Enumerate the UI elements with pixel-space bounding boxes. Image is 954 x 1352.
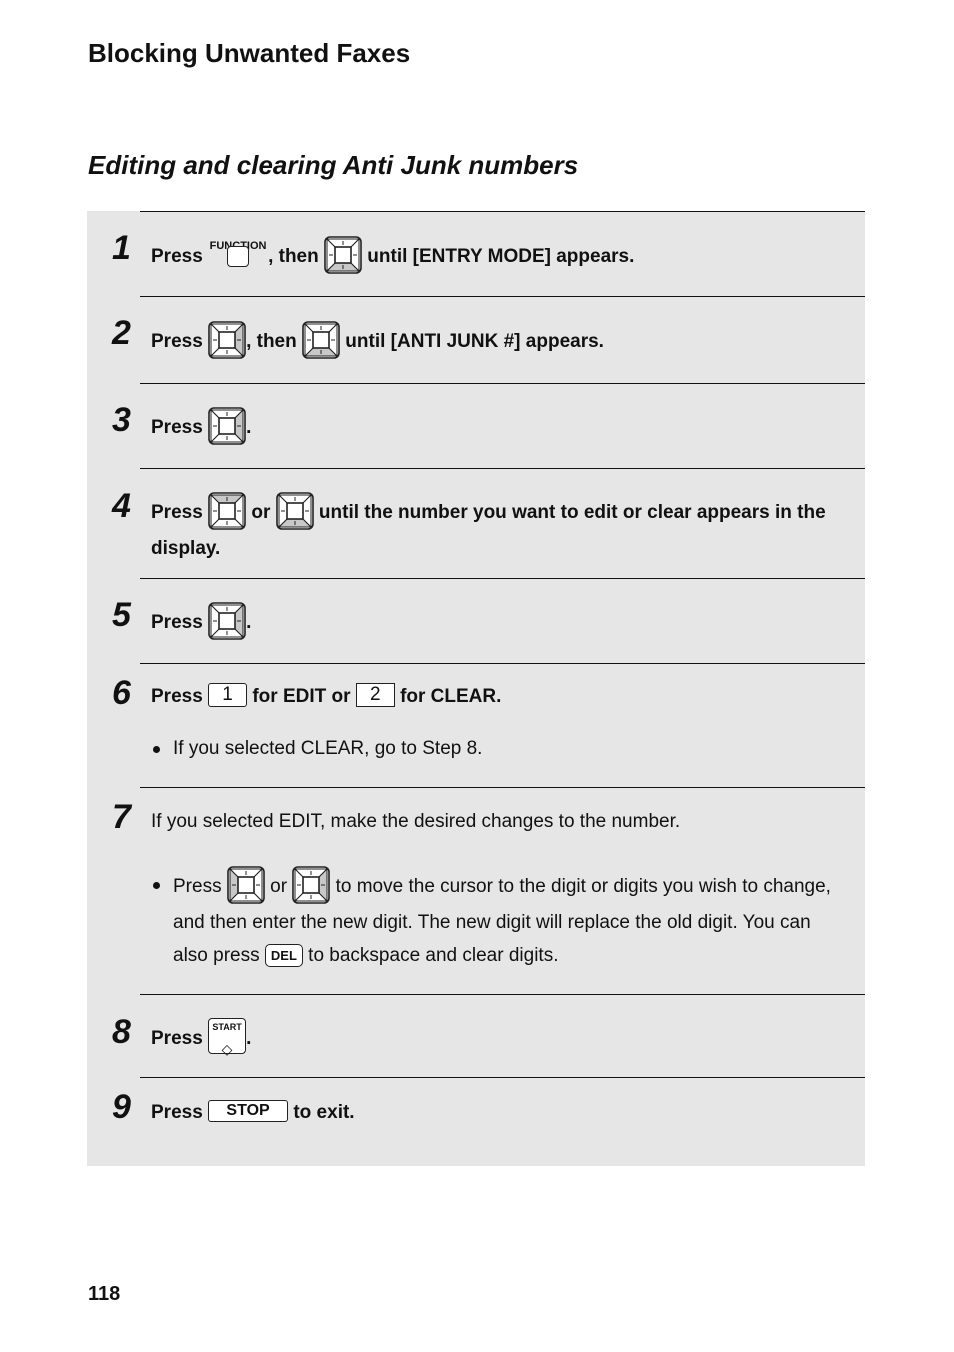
step-4: 4 Press or until the number you want to … [112, 468, 865, 579]
bullet-item: Press or to move the cursor to the digit… [151, 866, 845, 972]
step-text: Press [151, 1102, 203, 1123]
step-number: 9 [112, 1088, 131, 1126]
step-text: Press [151, 502, 203, 524]
step-number: 3 [112, 401, 131, 439]
step-8: 8 Press START ◇ . [112, 994, 865, 1078]
arrow-key-down-icon [302, 321, 340, 359]
step-text: If you selected EDIT, make the desired c… [151, 811, 681, 832]
step-text: Press [151, 686, 203, 707]
arrow-key-right-icon [208, 407, 246, 445]
bullet-icon [153, 882, 160, 889]
arrow-key-right-icon [208, 321, 246, 359]
step-text: for EDIT or [252, 686, 351, 707]
step-text: Press [151, 246, 203, 268]
stop-key-icon: STOP [208, 1099, 289, 1122]
step-number: 5 [112, 596, 131, 634]
step-text: Press [151, 612, 203, 634]
step-1: 1 Press FUNCTION , then until [ENTRY MOD… [112, 211, 865, 297]
step-5: 5 Press . [112, 578, 865, 664]
key-2-icon: 2 [355, 682, 395, 707]
step-text: , then [268, 246, 319, 268]
step-text: Press [151, 417, 203, 439]
step-text: . [246, 612, 252, 634]
step-number: 2 [112, 314, 131, 352]
step-number: 4 [112, 487, 131, 525]
arrow-key-right-icon [208, 602, 246, 640]
bullet-item: If you selected CLEAR, go to Step 8. [151, 732, 845, 766]
step-text: for CLEAR. [400, 686, 502, 707]
arrow-key-down-icon [324, 236, 362, 274]
step-text: Press [151, 1028, 203, 1050]
arrow-key-up-icon [208, 492, 246, 530]
key-1-icon: 1 [208, 682, 248, 707]
function-key-icon: FUNCTION [208, 230, 268, 268]
step-text: until [ANTI JUNK #] appears. [345, 331, 604, 353]
step-text: or [251, 502, 271, 524]
arrow-key-left-icon [227, 866, 265, 904]
step-text: . [246, 417, 252, 439]
step-text: until [ENTRY MODE] appears. [367, 246, 635, 268]
step-number: 7 [112, 798, 131, 836]
subsection-title: Editing and clearing Anti Junk numbers [88, 150, 579, 180]
step-number: 6 [112, 674, 131, 712]
step-number: 8 [112, 1013, 131, 1051]
step-text: to exit. [293, 1102, 355, 1123]
step-7: 7 If you selected EDIT, make the desired… [112, 787, 865, 995]
step-number: 1 [112, 229, 131, 267]
step-3: 3 Press . [112, 383, 865, 469]
step-text: . [246, 1028, 252, 1050]
start-diamond-icon: ◇ [221, 1041, 233, 1057]
start-key-icon: START ◇ [208, 1018, 247, 1057]
del-key-icon: DEL [264, 944, 303, 968]
bullet-icon [153, 746, 160, 753]
section-title: Blocking Unwanted Faxes [88, 38, 411, 68]
step-6: 6 Press 1 for EDIT or 2 for CLEAR. If yo… [112, 663, 865, 788]
step-9: 9 Press STOP to exit. [112, 1077, 865, 1167]
page-number: 118 [88, 1283, 121, 1305]
step-2: 2 Press , then until [ANTI JUNK #] appea… [112, 296, 865, 384]
arrow-key-right-icon [292, 866, 331, 904]
step-text: Press [151, 331, 203, 353]
step-text: , then [246, 331, 297, 353]
arrow-key-down-icon [275, 492, 314, 530]
steps-panel: 1 Press FUNCTION , then until [ENTRY MOD… [87, 211, 865, 1166]
